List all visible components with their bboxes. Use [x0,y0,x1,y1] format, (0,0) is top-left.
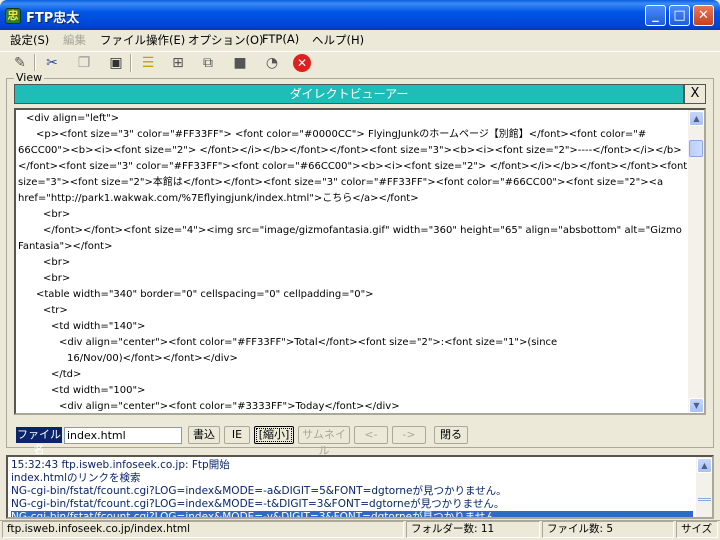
prev-button[interactable]: <- [354,426,388,444]
source-line: href="http://park1.wakwak.com/%7Eflyingj… [18,193,419,204]
log-list[interactable]: 15:32:43 ftp.isweb.infoseek.co.jp: Ftp開始… [6,455,714,519]
view-group-label: View [14,71,45,84]
tree-icon[interactable]: ⊞ [168,53,188,73]
timer-icon[interactable]: ◔ [262,53,282,73]
source-line: <br> [43,257,71,268]
close-button[interactable]: ✕ [693,5,714,26]
source-line: </td> [51,369,82,380]
source-line: <td width="100"> [51,385,146,396]
log-scroll-grip-icon[interactable] [698,498,711,501]
scroll-down-icon[interactable]: ▼ [689,398,704,413]
toolbar-separator [130,54,132,72]
menu-edit[interactable]: 編集 [63,32,86,48]
log-scroll-up-icon[interactable]: ▲ [697,458,712,473]
source-line: <p><font size="3" color="#FF33FF"> <font… [36,129,647,140]
close-viewer-button[interactable]: 閉る [434,426,468,444]
source-line: <table width="340" border="0" cellspacin… [36,289,374,300]
source-line: <div align="center"><font color="#FF33FF… [59,337,558,348]
filename-label: ファイル名 [16,427,62,456]
source-line: 66CC00"><b><i><font size="2"> </font></i… [18,145,682,156]
connect-icon[interactable]: ⧉ [198,53,218,73]
ie-button[interactable]: IE [224,426,250,444]
source-line: <br> [43,273,71,284]
source-line: Fantasia"></font> [18,241,113,252]
source-line: </font></font><font size="4"><img src="i… [43,225,682,236]
maximize-button[interactable]: □ [669,5,690,26]
source-line: <td width="140"> [51,321,146,332]
write-button[interactable]: 書込 [188,426,220,444]
app-icon[interactable]: 忠 [5,8,21,24]
scroll-up-icon[interactable]: ▲ [689,111,704,126]
menu-help[interactable]: ヘルプ(H) [312,32,364,48]
scrollbar-thumb[interactable] [689,140,703,157]
menu-ftp[interactable]: FTP(A) [262,32,299,46]
minimize-button[interactable]: _ [645,5,666,26]
source-line: <br> [43,209,71,220]
menu-file-ops[interactable]: ファイル操作(E) [100,32,185,48]
new-icon[interactable]: ✎ [10,53,30,73]
status-size: サイズ [676,521,718,538]
direct-viewer-header: ダイレクトビューアー [14,84,684,104]
viewer-close-button[interactable]: X [684,84,706,104]
log-line[interactable]: 15:32:43 ftp.isweb.infoseek.co.jp: Ftp開始 [11,459,230,472]
menu-settings[interactable]: 設定(S) [10,32,49,48]
status-file-count: ファイル数: 5 [542,521,674,538]
status-path: ftp.isweb.infoseek.co.jp/index.html [2,521,404,538]
paste-icon[interactable]: ▣ [106,53,126,73]
log-line[interactable]: NG-cgi-bin/fstat/fcount.cgi?LOG=index&MO… [11,498,504,511]
copy-icon[interactable]: ❐ [74,53,94,73]
source-viewer[interactable]: <div align="left"> <p><font size="3" col… [14,108,706,415]
next-button[interactable]: -> [392,426,426,444]
source-line: 16/Nov/00)</font></font></div> [67,353,238,364]
toolbar-separator [34,54,36,72]
title-bar[interactable] [0,0,720,30]
status-folder-count: フォルダー数: 11 [406,521,540,538]
source-line: size="3"><font size="2">本館は</font></font… [18,177,664,188]
shrink-button[interactable]: [縮小] [254,426,294,444]
source-line: <div align="center"><font color="#3333FF… [59,401,400,412]
log-line[interactable]: index.htmlのリンクを検索 [11,472,140,485]
source-line: <div align="left"> [26,113,120,124]
thumbnail-button[interactable]: サムネイル [298,426,350,457]
window-title: FTP忠太 [26,11,80,26]
stop-icon[interactable]: ✕ [293,54,311,72]
menu-options[interactable]: オプション(O) [188,32,264,48]
source-line: <tr> [43,305,68,316]
log-line-selected[interactable]: NG-cgi-bin/fstat/fcount.cgi?LOG=index&MO… [11,511,693,517]
archive-icon[interactable]: ■ [230,53,250,73]
cut-icon[interactable]: ✂ [42,53,62,73]
compare-icon[interactable]: ☰ [138,53,158,73]
filename-input[interactable] [64,427,182,444]
source-line: </font><font size="3" color="#FF33FF"><f… [18,161,688,172]
log-line[interactable]: NG-cgi-bin/fstat/fcount.cgi?LOG=index&MO… [11,485,507,498]
